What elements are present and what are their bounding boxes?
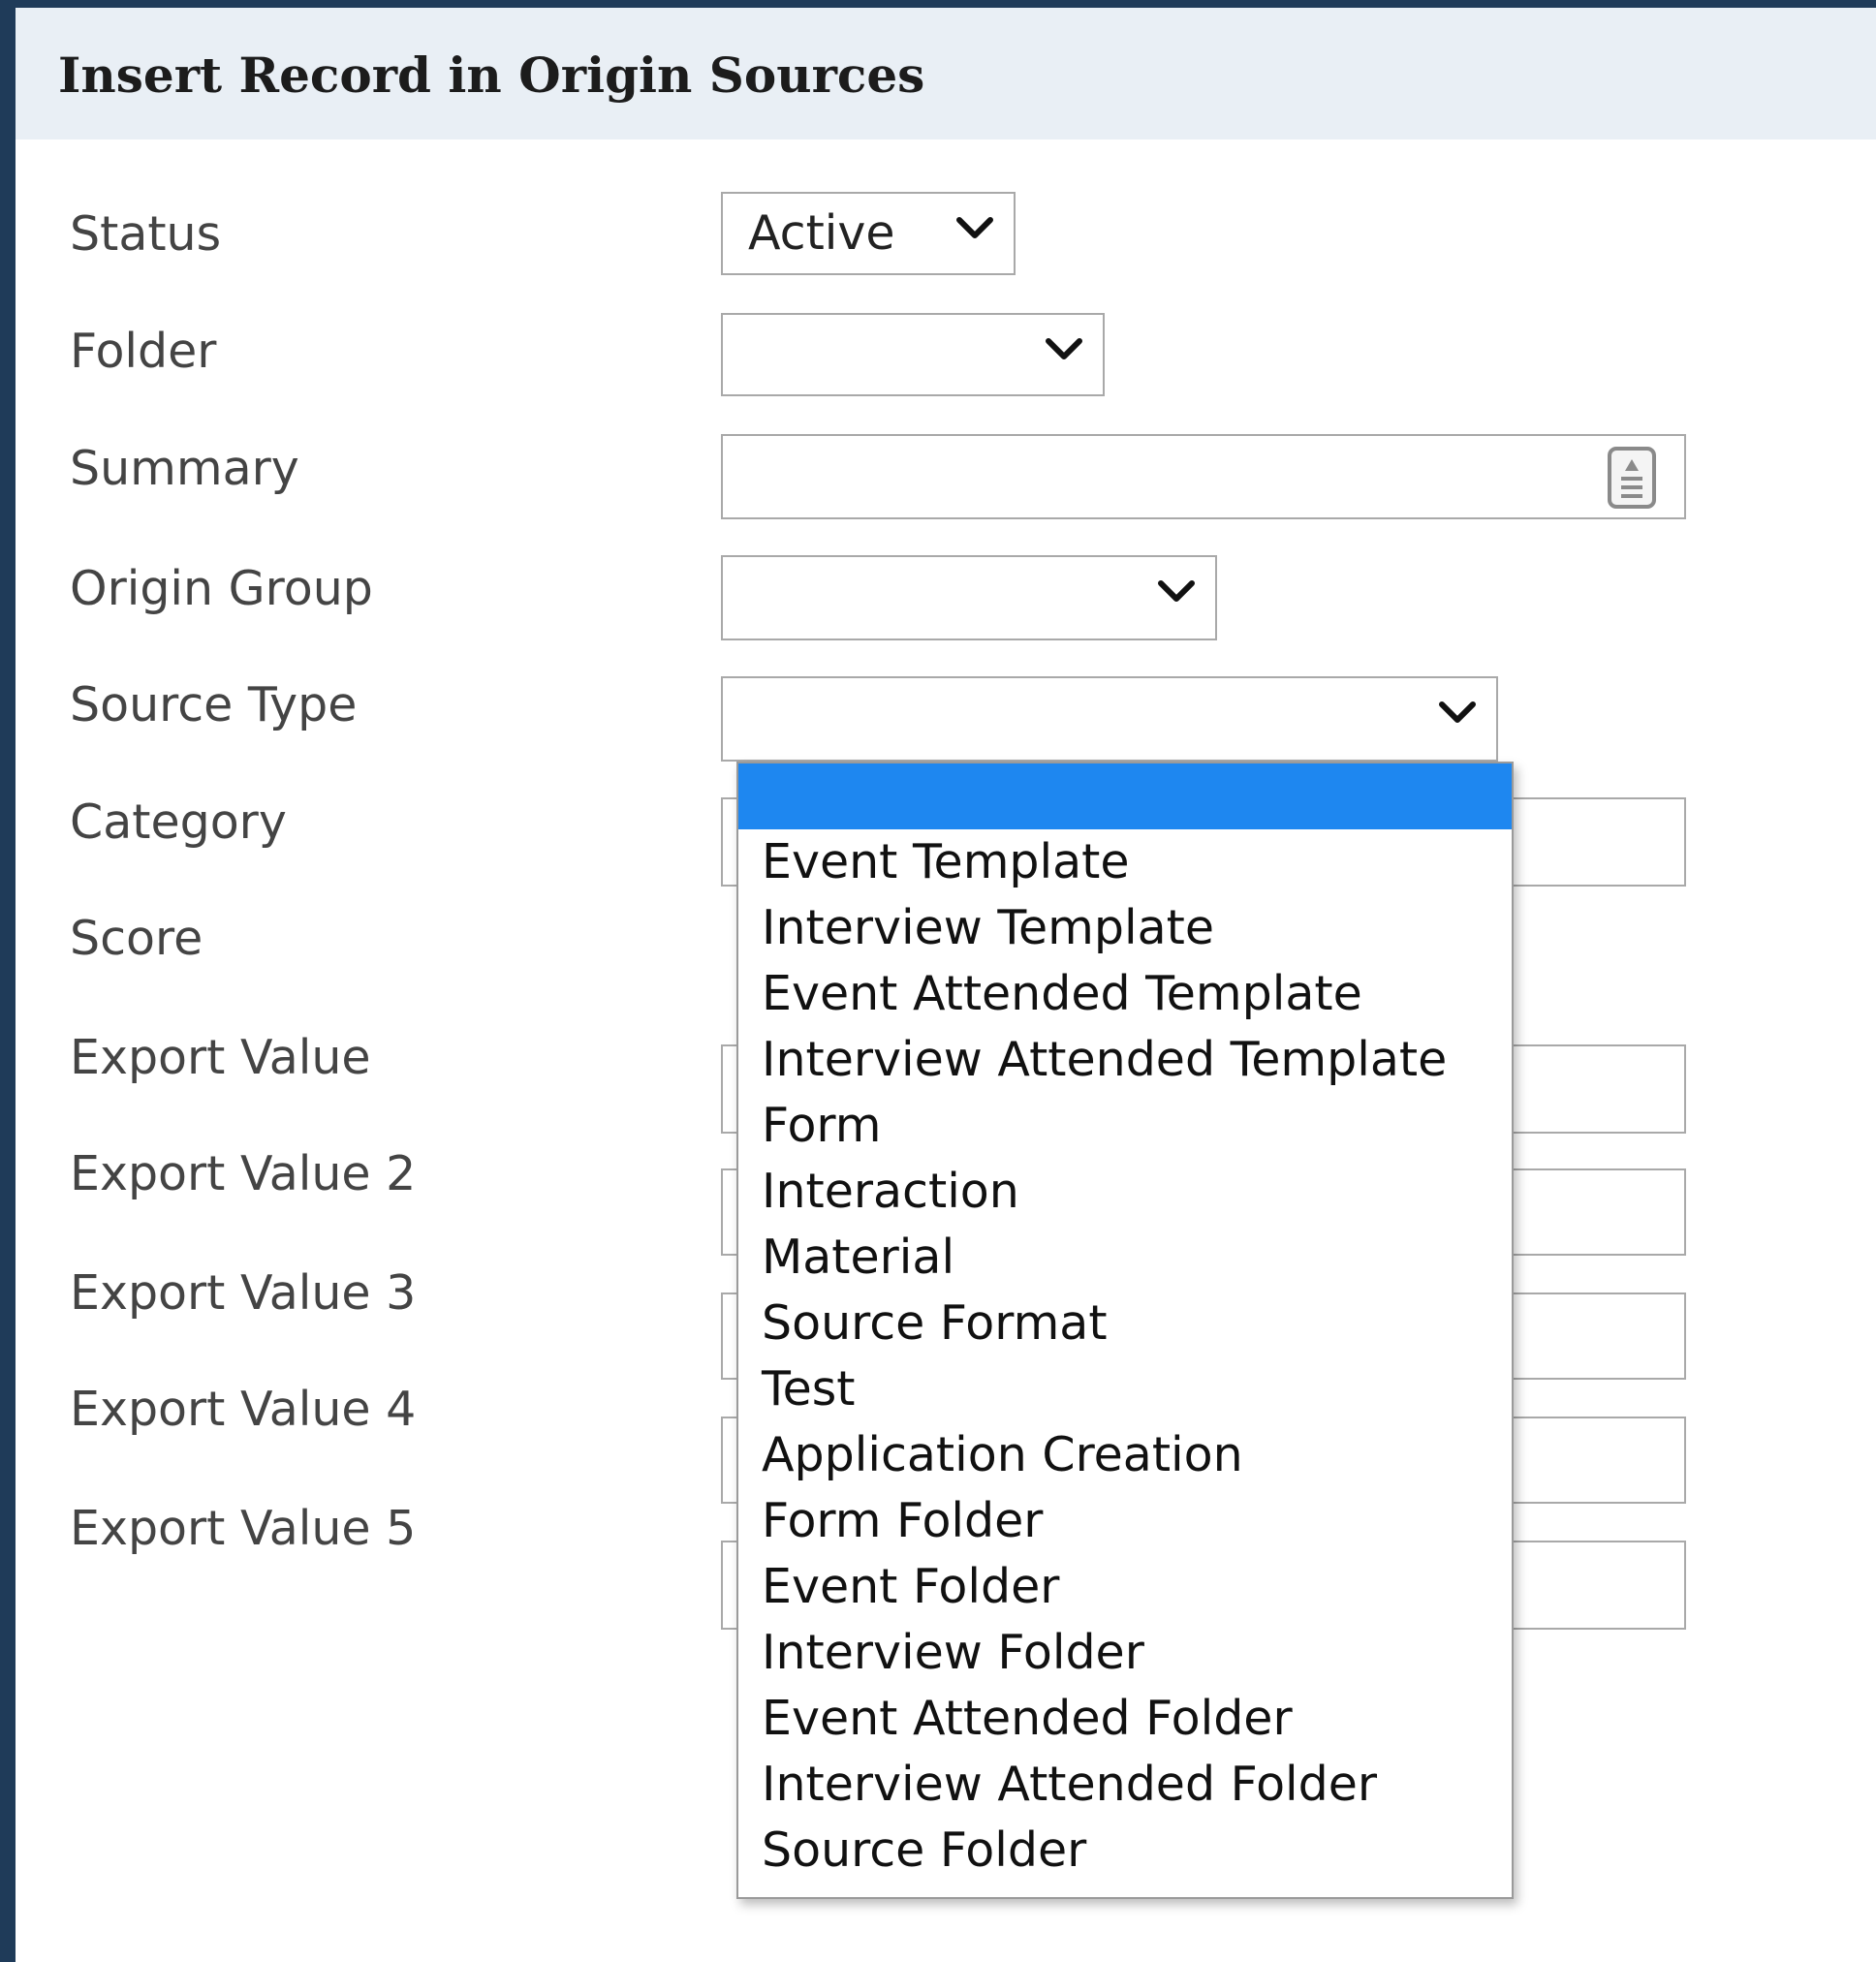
text-picker-icon[interactable] (1607, 446, 1657, 510)
dropdown-option[interactable]: Source Format (738, 1291, 1512, 1356)
chevron-down-icon (1438, 700, 1477, 725)
dropdown-option[interactable]: Application Creation (738, 1422, 1512, 1488)
export-value-5-label: Export Value 5 (70, 1501, 417, 1556)
export-value-label: Export Value (70, 1030, 371, 1085)
category-label: Category (70, 794, 287, 850)
summary-input[interactable] (721, 434, 1686, 519)
dropdown-option[interactable]: Interview Attended Folder (738, 1752, 1512, 1818)
dropdown-option[interactable]: Interview Attended Template (738, 1027, 1512, 1093)
export-value-3-label: Export Value 3 (70, 1265, 417, 1321)
chevron-down-icon (1157, 578, 1196, 604)
chevron-down-icon (955, 215, 994, 240)
dropdown-option[interactable]: Event Template (738, 829, 1512, 895)
status-label: Status (70, 206, 222, 262)
dropdown-option[interactable]: Interview Template (738, 895, 1512, 961)
dropdown-option[interactable]: Event Attended Folder (738, 1686, 1512, 1752)
insert-record-panel: Insert Record in Origin Sources Status F… (16, 8, 1876, 1962)
origin-group-label: Origin Group (70, 561, 373, 616)
dropdown-option[interactable]: Form (738, 1093, 1512, 1159)
dropdown-option[interactable]: Source Folder (738, 1818, 1512, 1884)
export-value-4-label: Export Value 4 (70, 1382, 417, 1437)
dropdown-option[interactable]: Test (738, 1356, 1512, 1422)
dropdown-option[interactable]: Material (738, 1225, 1512, 1291)
dropdown-option[interactable]: Form Folder (738, 1488, 1512, 1554)
page-title: Insert Record in Origin Sources (58, 47, 925, 104)
source-type-label: Source Type (70, 677, 358, 732)
export-value-2-label: Export Value 2 (70, 1146, 417, 1201)
summary-label: Summary (70, 441, 299, 496)
chevron-down-icon (1045, 336, 1083, 361)
panel-header: Insert Record in Origin Sources (16, 8, 1876, 140)
dropdown-option[interactable]: Event Attended Template (738, 961, 1512, 1027)
folder-select[interactable] (721, 313, 1105, 396)
dropdown-option[interactable]: Event Folder (738, 1554, 1512, 1620)
dropdown-option[interactable]: Interaction (738, 1159, 1512, 1225)
folder-label: Folder (70, 324, 217, 379)
dropdown-option-blank[interactable] (738, 763, 1512, 829)
status-select[interactable]: Active (721, 192, 1016, 275)
score-label: Score (70, 911, 203, 966)
status-select-value: Active (748, 205, 895, 261)
dropdown-option[interactable]: Interview Folder (738, 1620, 1512, 1686)
source-type-select[interactable] (721, 676, 1498, 762)
source-type-dropdown-list[interactable]: Event Template Interview Template Event At… (736, 762, 1514, 1899)
origin-group-select[interactable] (721, 555, 1217, 640)
